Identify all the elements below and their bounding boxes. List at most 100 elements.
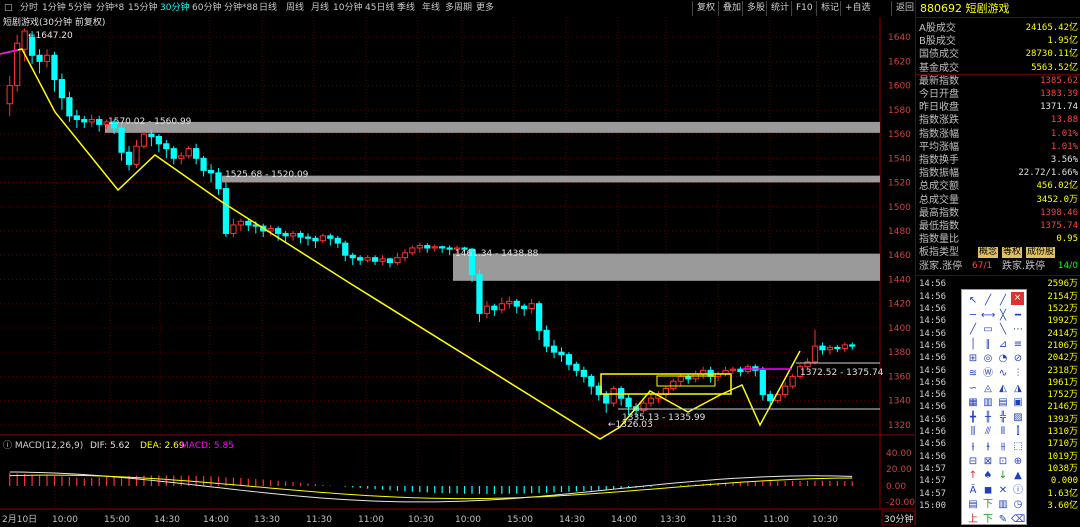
draw-tool-icon[interactable]: ⟷ (981, 309, 995, 323)
draw-tool-icon[interactable]: ⦀ (996, 425, 1010, 439)
period-tab-10[interactable]: 月线 (311, 2, 329, 15)
draw-tool-icon[interactable]: ∥ (981, 338, 995, 352)
draw-tool-icon[interactable]: ╱ (981, 294, 995, 308)
period-tab-3[interactable]: 分钟*8 (96, 2, 124, 15)
period-tab-13[interactable]: 季线 (397, 2, 415, 15)
draw-tool-icon[interactable]: ↓ (996, 469, 1010, 483)
toolbar-button-3[interactable]: 统计 (766, 1, 793, 16)
draw-tool-icon[interactable]: Ā (966, 484, 980, 498)
stat-label: 总成交额 (919, 181, 959, 193)
draw-tool-icon[interactable]: ╫ (981, 411, 995, 425)
draw-tool-icon[interactable]: ⫶ (1011, 367, 1025, 381)
draw-tool-icon[interactable]: ✕ (996, 484, 1010, 498)
draw-tool-icon[interactable]: ◮ (1011, 382, 1025, 396)
period-tab-8[interactable]: 日线 (259, 2, 277, 15)
period-tab-6[interactable]: 60分钟 (192, 2, 221, 15)
draw-tool-icon[interactable]: ─ (966, 309, 980, 323)
toolbar-button-1[interactable]: 叠加 (718, 1, 745, 16)
draw-tool-icon[interactable]: Ⓦ (981, 367, 995, 381)
draw-tool-icon[interactable]: ╱ (996, 294, 1010, 308)
draw-tool-icon[interactable]: ⋯ (1011, 323, 1025, 337)
draw-tool-icon[interactable]: ⫳ (981, 440, 995, 454)
board-tag[interactable]: 等权 (1002, 247, 1023, 259)
draw-tool-icon[interactable]: ≡ (1011, 338, 1025, 352)
period-checkbox-icon[interactable]: □ (4, 2, 13, 15)
draw-tool-icon[interactable]: ⊞ (966, 352, 980, 366)
draw-tool-icon[interactable]: ⊡ (996, 455, 1010, 469)
board-tag[interactable]: 概念 (978, 247, 999, 259)
draw-tool-icon[interactable]: ∿ (996, 367, 1010, 381)
y-tick-label: 1520 (888, 179, 911, 189)
draw-tool-icon[interactable]: ◬ (981, 382, 995, 396)
toolbar-button-0[interactable]: 复权 (692, 1, 719, 16)
period-tab-4[interactable]: 15分钟 (128, 2, 157, 15)
draw-tool-icon[interactable]: ⫻ (981, 425, 995, 439)
draw-tool-icon[interactable]: ∽ (966, 382, 980, 396)
toolbar-button-4[interactable]: F10 (791, 1, 817, 16)
draw-tool-icon[interactable]: ↖ (966, 294, 980, 308)
draw-tool-icon[interactable]: ▣ (1011, 396, 1025, 410)
draw-tool-icon[interactable]: ⬚ (1011, 440, 1025, 454)
period-tab-7[interactable]: 分钟*88 (224, 2, 258, 15)
period-tab-15[interactable]: 多周期 (445, 2, 472, 15)
period-tab-1[interactable]: 1分钟 (42, 2, 66, 15)
draw-tool-icon[interactable]: ◔ (996, 352, 1010, 366)
draw-tool-icon[interactable]: ⫼ (966, 425, 980, 439)
draw-tool-icon[interactable]: ▤ (996, 396, 1010, 410)
stat-row: 指数涨幅 1.01% (916, 128, 1080, 141)
draw-tool-icon[interactable]: ╲ (996, 323, 1010, 337)
draw-tool-icon[interactable]: ◎ (981, 352, 995, 366)
draw-tool-icon[interactable]: ⓘ (1011, 484, 1025, 498)
draw-tool-icon[interactable]: ◭ (996, 382, 1010, 396)
period-tab-5[interactable]: 30分钟 (160, 2, 189, 15)
period-tab-16[interactable]: 更多 (476, 2, 494, 15)
toolbar-button-7[interactable]: 返回 (891, 1, 918, 16)
draw-tool-icon[interactable]: ↑ (966, 469, 980, 483)
draw-tool-icon[interactable]: 下 (981, 498, 995, 512)
close-icon[interactable]: × (1011, 292, 1024, 305)
draw-tool-icon[interactable]: ▤ (966, 498, 980, 512)
draw-tool-icon[interactable]: ━ (1011, 309, 1025, 323)
candle-body (364, 257, 371, 261)
draw-tool-icon[interactable]: ⫵ (996, 440, 1010, 454)
stock-code[interactable]: 880692 短剧游戏 (916, 0, 1080, 18)
stat-label: B股成交 (919, 36, 956, 48)
kline-chart[interactable]: 短剧游戏(30分钟 前复权) ←1647.20 1570.02 - 1560.99 1… (0, 17, 915, 525)
period-tab-0[interactable]: 分时 (20, 2, 38, 15)
draw-tool-icon[interactable]: ◷ (1011, 498, 1025, 512)
toolbar-button-2[interactable]: 多股 (742, 1, 769, 16)
period-tab-14[interactable]: 年线 (422, 2, 440, 15)
draw-tool-icon[interactable]: ▲ (1011, 469, 1025, 483)
draw-tool-icon[interactable]: ▭ (981, 323, 995, 337)
draw-tool-icon[interactable]: ╳ (996, 309, 1010, 323)
draw-tool-icon[interactable]: ▨ (1011, 411, 1025, 425)
draw-tool-icon[interactable]: ▥ (996, 498, 1010, 512)
draw-tool-icon[interactable]: ⊘ (1011, 352, 1025, 366)
candle-body (371, 257, 379, 262)
draw-tool-icon[interactable]: ⊟ (966, 455, 980, 469)
draw-tool-icon[interactable]: ≋ (966, 367, 980, 381)
draw-tool-icon[interactable]: ⊕ (1011, 455, 1025, 469)
draw-tool-icon[interactable]: ╋ (966, 411, 980, 425)
toolbar-button-6[interactable]: +自选 (840, 1, 875, 16)
draw-tool-icon[interactable]: ▦ (966, 396, 980, 410)
draw-tool-icon[interactable]: ⫿ (1011, 425, 1025, 439)
period-tab-11[interactable]: 10分钟 (333, 2, 362, 15)
updown-row: 涨家.涨停 67/1 跌家.跌停 14/0 (916, 260, 1080, 273)
candle-body (401, 252, 409, 259)
period-tab-12[interactable]: 45日线 (365, 2, 394, 15)
draw-tool-icon[interactable]: ▥ (981, 396, 995, 410)
draw-tool-icon[interactable]: ⊠ (981, 455, 995, 469)
draw-tool-icon[interactable]: ╱ (966, 323, 980, 337)
draw-tool-icon[interactable]: ⫲ (966, 440, 980, 454)
draw-tool-icon[interactable]: ♠ (981, 469, 995, 483)
toolbar-button-5[interactable]: 标记 (816, 1, 843, 16)
draw-tool-icon[interactable]: │ (966, 338, 980, 352)
period-tab-2[interactable]: 5分钟 (68, 2, 92, 15)
board-tag[interactable]: 成份股 (1026, 247, 1056, 259)
draw-tool-icon[interactable]: ◼ (981, 484, 995, 498)
draw-tool-icon[interactable]: ⊿ (996, 338, 1010, 352)
drawing-tools-panel[interactable]: × ↖ ╱ ╱ ─ ⟷ ╳ ━ ╱ ▭ ╲ ⋯ │ ∥ ⊿ ≡ ⊞ ◎ ◔ ⊘ ≋ Ⓦ ∿ ⫶ ∽ ◬ ◭ ◮ ▦ ▥ ▤ ▣ ╋ ╫ ╬ ▨ ⫼ ⫻ ⦀… (961, 289, 1027, 525)
period-tab-9[interactable]: 周线 (286, 2, 304, 15)
draw-tool-icon[interactable]: ╬ (996, 411, 1010, 425)
